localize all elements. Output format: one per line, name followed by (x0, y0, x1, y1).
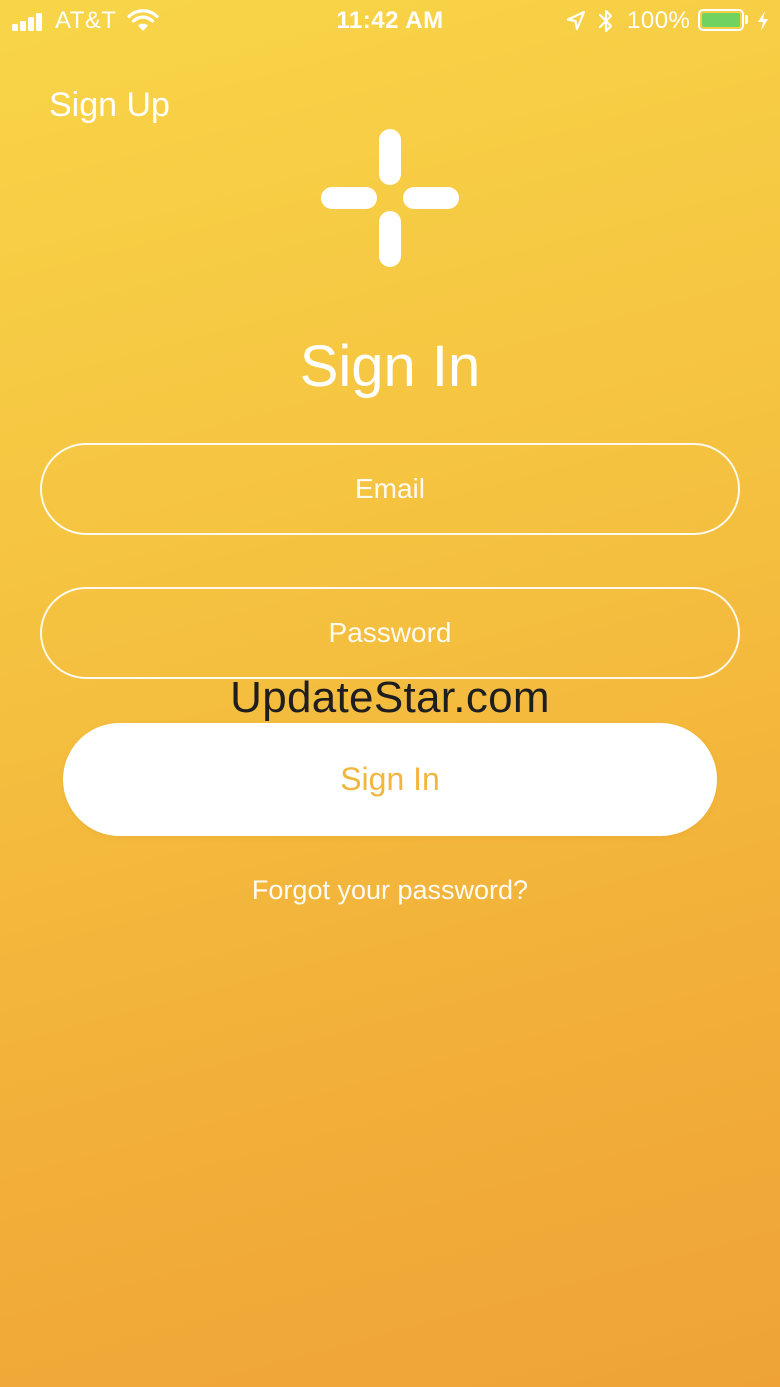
sign-in-button[interactable]: Sign In (63, 723, 717, 836)
sign-up-button[interactable]: Sign Up (49, 84, 170, 126)
battery-level (702, 13, 740, 27)
battery-percent: 100% (627, 7, 691, 34)
charging-icon (758, 11, 768, 31)
page-title: Sign In (299, 334, 481, 399)
email-field[interactable] (40, 443, 740, 535)
bluetooth-icon (598, 9, 613, 33)
watermark-text: UpdateStar.com (230, 673, 550, 722)
battery-nub (745, 15, 748, 24)
sign-in-screen: AT&T 11:42 AM 100% Sign Up Sign In Email… (0, 0, 780, 1387)
location-icon (566, 10, 586, 31)
plus-logo-icon (321, 129, 459, 267)
status-bar: AT&T 11:42 AM 100% (0, 0, 780, 44)
battery-icon (698, 9, 744, 31)
password-field[interactable] (40, 587, 740, 679)
forgot-password-link[interactable]: Forgot your password? (0, 872, 780, 908)
